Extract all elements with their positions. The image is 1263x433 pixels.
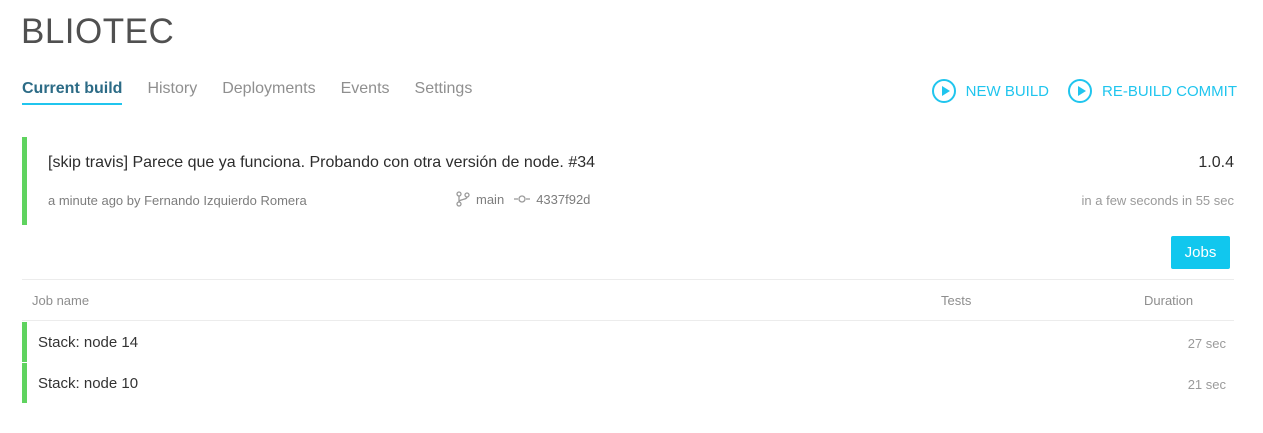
commit-icon — [514, 195, 531, 203]
tab-current-build[interactable]: Current build — [22, 80, 123, 105]
divider — [22, 279, 1234, 280]
tab-bar: Current build History Deployments Events… — [22, 80, 497, 105]
play-circle-icon — [931, 79, 956, 103]
jobs-button[interactable]: Jobs — [1171, 236, 1230, 269]
play-circle-icon — [1068, 79, 1092, 103]
job-name: Stack: node 10 — [38, 375, 139, 392]
build-actions: NEW BUILD RE-BUILD COMMIT — [913, 79, 1237, 103]
job-row[interactable]: Stack: node 14 27 sec — [22, 322, 1234, 362]
build-version: 1.0.4 — [1198, 154, 1234, 171]
new-build-label: NEW BUILD — [965, 82, 1049, 100]
job-duration: 27 sec — [1187, 336, 1226, 351]
current-build-card: [skip travis] Parece que ya funciona. Pr… — [22, 137, 1236, 225]
branch-name: main — [476, 191, 505, 207]
build-author-meta: a minute ago by Fernando Izquierdo Romer… — [48, 193, 307, 208]
branch-icon — [456, 191, 470, 207]
build-branch-info: main 4337f92d — [456, 191, 590, 207]
new-build-button[interactable]: NEW BUILD — [931, 79, 1049, 103]
tab-events[interactable]: Events — [341, 80, 390, 105]
tab-deployments[interactable]: Deployments — [222, 80, 315, 105]
tab-history[interactable]: History — [147, 80, 197, 105]
project-title: BLIOTEC — [21, 12, 175, 51]
commit-info: 4337f92d — [514, 192, 590, 207]
build-duration: in a few seconds in 55 sec — [1081, 193, 1234, 208]
column-header-tests: Tests — [941, 293, 972, 308]
rebuild-commit-button[interactable]: RE-BUILD COMMIT — [1068, 79, 1237, 103]
job-row[interactable]: Stack: node 10 21 sec — [22, 363, 1234, 403]
commit-hash[interactable]: 4337f92d — [536, 192, 590, 207]
divider — [22, 320, 1234, 321]
job-duration: 21 sec — [1187, 377, 1226, 392]
tab-settings[interactable]: Settings — [415, 80, 473, 105]
build-commit-message: [skip travis] Parece que ya funciona. Pr… — [48, 154, 596, 171]
rebuild-commit-label: RE-BUILD COMMIT — [1102, 82, 1237, 100]
column-header-duration: Duration — [1144, 293, 1194, 308]
job-name: Stack: node 14 — [38, 334, 139, 351]
column-header-job-name: Job name — [32, 293, 90, 308]
